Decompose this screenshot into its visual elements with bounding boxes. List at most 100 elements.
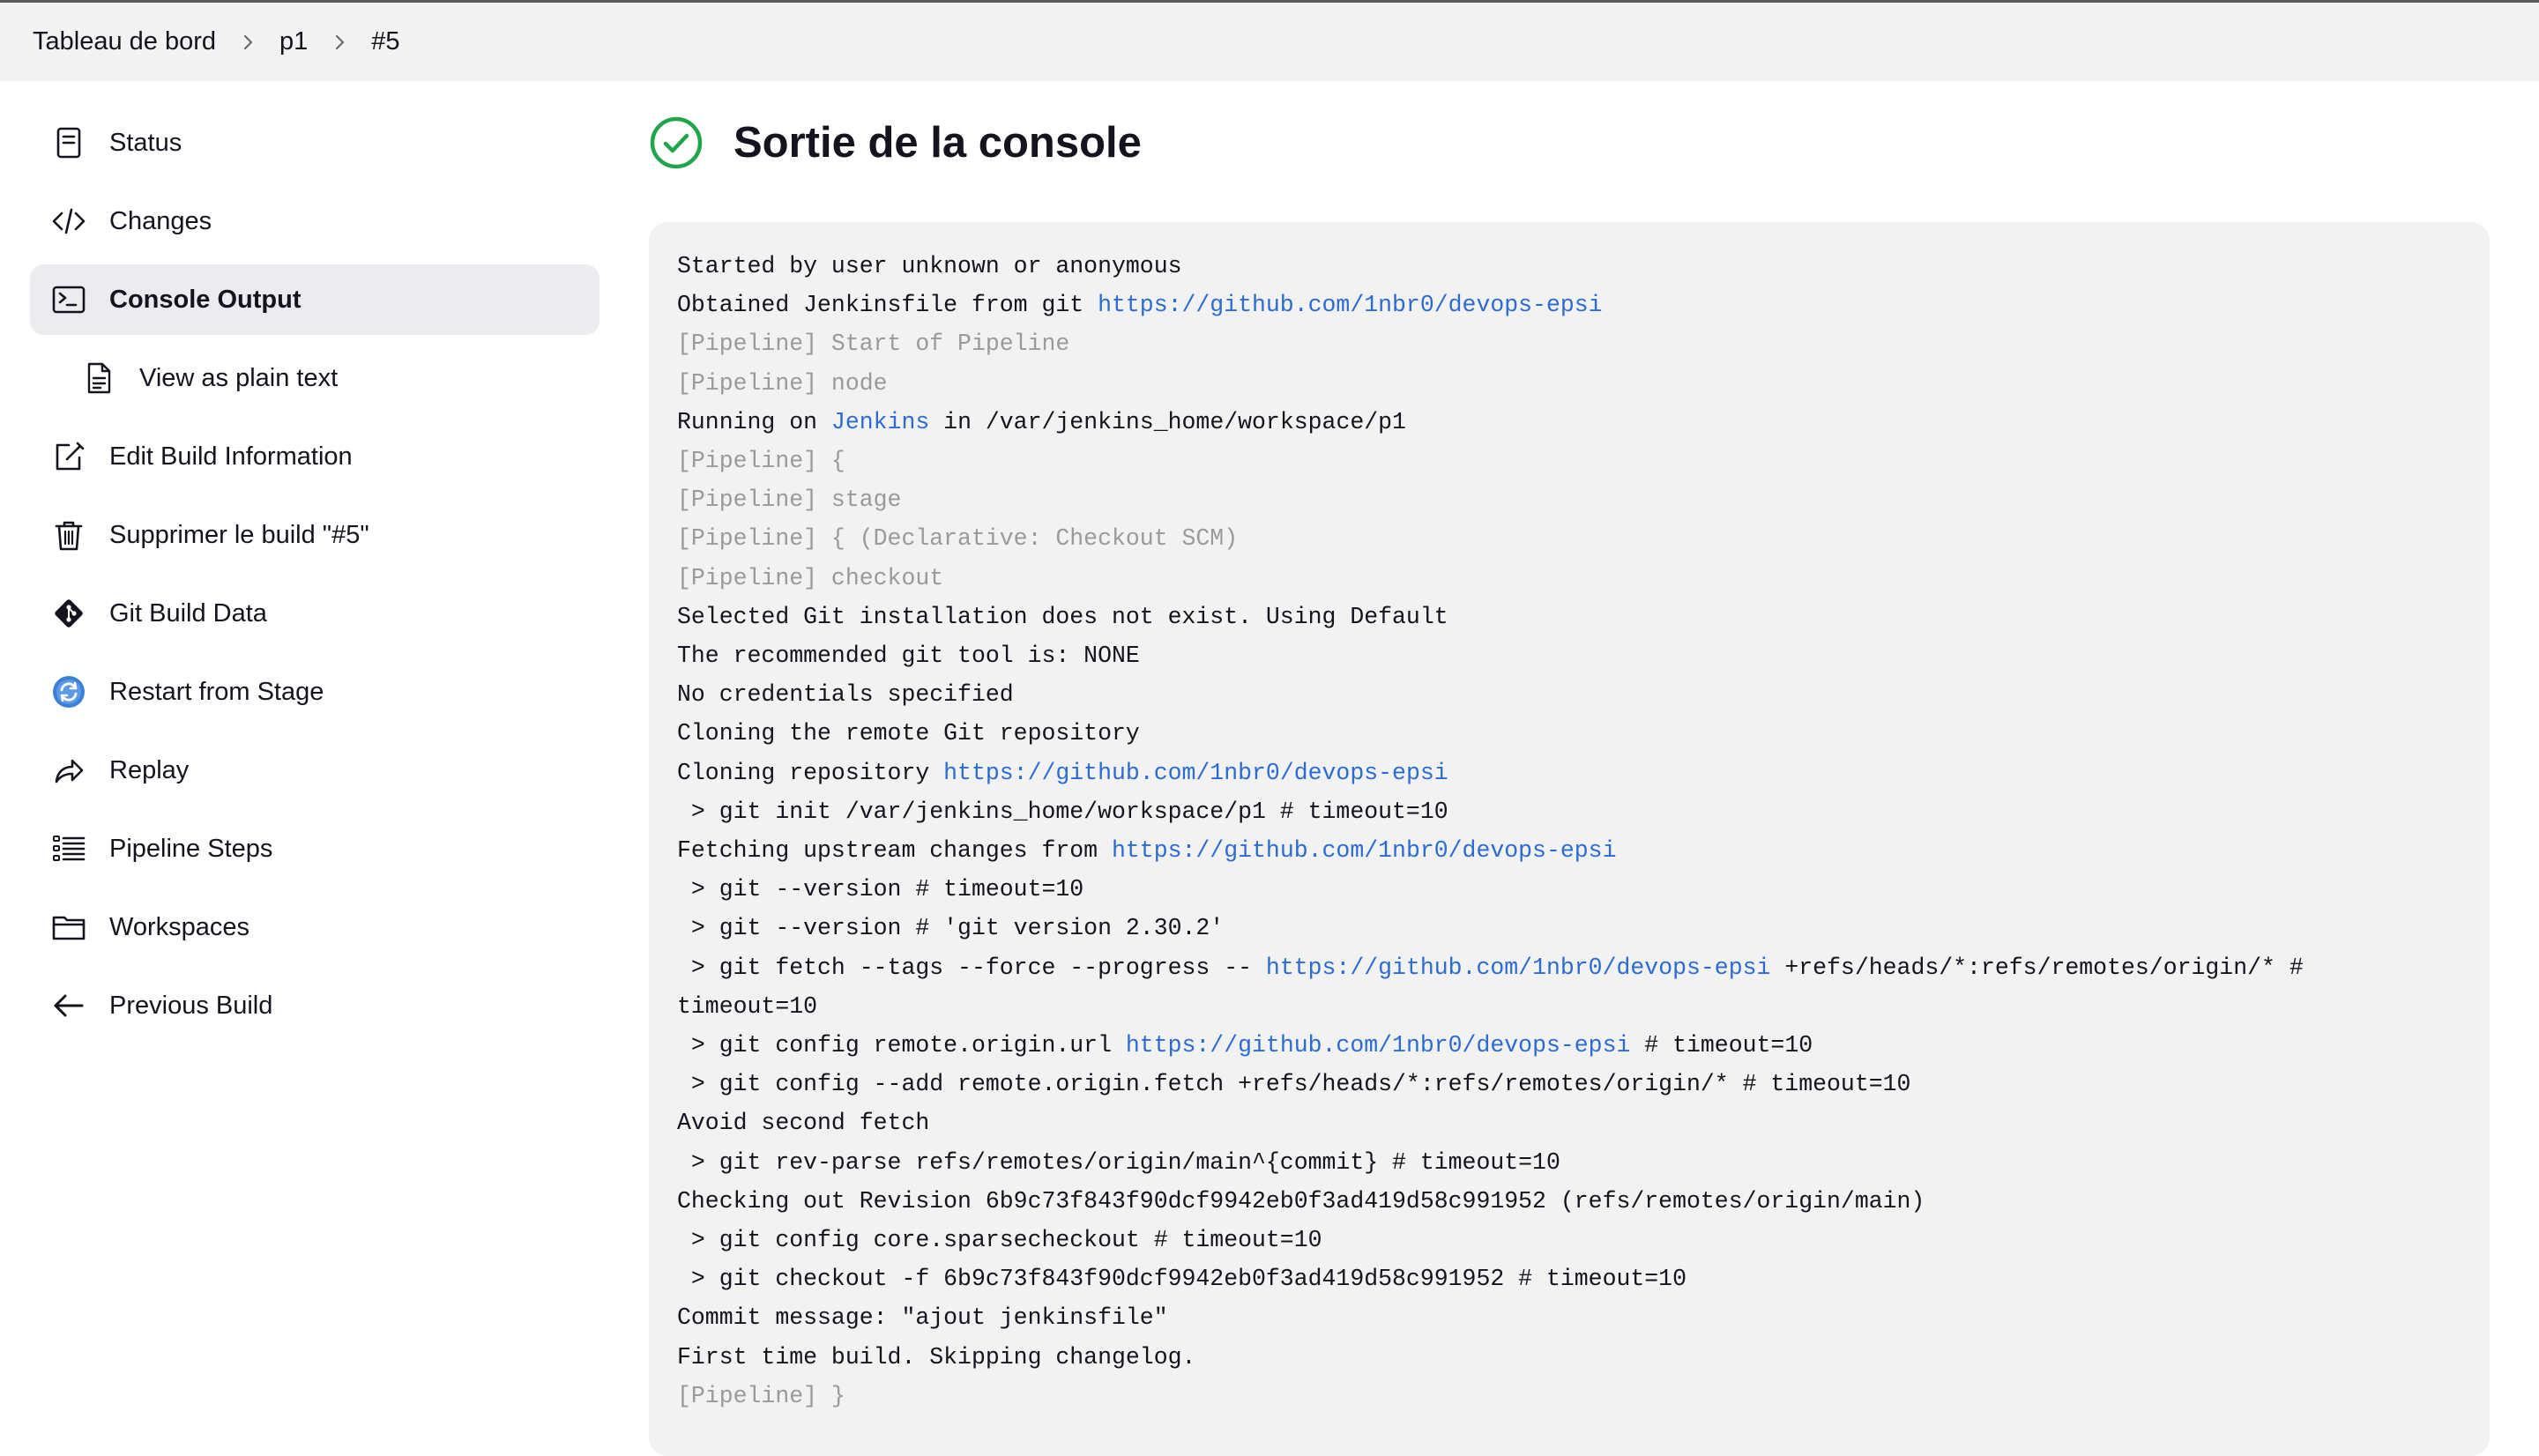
console-line-text: +refs/heads/*:refs/remotes/origin/* # — [1770, 954, 2304, 981]
arrow-left-icon — [49, 986, 88, 1025]
console-line: > git rev-parse refs/remotes/origin/main… — [677, 1143, 2461, 1182]
console-line: > git --version # timeout=10 — [677, 870, 2461, 909]
console-line: The recommended git tool is: NONE — [677, 636, 2461, 675]
console-line-text: Fetching upstream changes from — [677, 837, 1112, 865]
sidebar-item-label: Changes — [109, 206, 212, 235]
sidebar-item-label: Pipeline Steps — [109, 834, 273, 863]
console-line-text: Selected Git installation does not exist… — [677, 603, 1448, 630]
breadcrumb-build[interactable]: #5 — [371, 27, 399, 56]
title-row: Sortie de la console — [649, 108, 2491, 178]
main-content: Sortie de la console — [649, 108, 2491, 178]
console-line: Obtained Jenkinsfile from git https://gi… — [677, 286, 2461, 324]
console-line-text: [Pipeline] checkout — [677, 564, 944, 591]
console-link[interactable]: https://github.com/1nbr0/devops-epsi — [1112, 837, 1617, 864]
console-line: [Pipeline] node — [677, 364, 2461, 403]
sidebar-item-restart-from-stage[interactable]: Restart from Stage — [30, 657, 599, 727]
console-line: > git checkout -f 6b9c73f843f90dcf9942eb… — [677, 1259, 2461, 1298]
sidebar-item-label: Restart from Stage — [109, 677, 324, 706]
sidebar-item-console-output[interactable]: Console Output — [30, 264, 599, 335]
console-line: timeout=10 — [677, 987, 2461, 1026]
console-line-text: > git config remote.origin.url — [677, 1032, 1126, 1059]
breadcrumb-job[interactable]: p1 — [279, 27, 308, 56]
console-line: > git --version # 'git version 2.30.2' — [677, 909, 2461, 947]
console-line-text: Checking out Revision 6b9c73f843f90dcf99… — [677, 1187, 1925, 1215]
folder-icon — [49, 908, 88, 947]
console-line-text: Avoid second fetch — [677, 1110, 930, 1137]
sidebar-item-label: Workspaces — [109, 912, 250, 941]
sidebar-item-view-plain-text[interactable]: View as plain text — [30, 343, 599, 413]
sidebar-item-label: Supprimer le build "#5" — [109, 520, 369, 549]
console-line: [Pipeline] checkout — [677, 559, 2461, 598]
console-line-text: First time build. Skipping changelog. — [677, 1343, 1196, 1371]
replay-icon — [49, 751, 88, 790]
console-link[interactable]: Jenkins — [831, 409, 929, 435]
console-link[interactable]: https://github.com/1nbr0/devops-epsi — [1266, 955, 1771, 981]
console-line: [Pipeline] { (Declarative: Checkout SCM) — [677, 519, 2461, 558]
console-line: Cloning repository https://github.com/1n… — [677, 754, 2461, 792]
sidebar-item-changes[interactable]: Changes — [30, 186, 599, 256]
console-line: > git init /var/jenkins_home/workspace/p… — [677, 792, 2461, 831]
console-output: Started by user unknown or anonymous Obta… — [649, 222, 2490, 1456]
console-link[interactable]: https://github.com/1nbr0/devops-epsi — [1126, 1032, 1631, 1059]
chevron-right-icon — [331, 33, 348, 51]
console-link[interactable]: https://github.com/1nbr0/devops-epsi — [943, 760, 1448, 786]
console-line-text: Cloning repository — [677, 759, 944, 786]
console-line: [Pipeline] { — [677, 442, 2461, 480]
edit-icon — [49, 437, 88, 476]
console-line: > git config core.sparsecheckout # timeo… — [677, 1221, 2461, 1259]
console-line-text: Cloning the remote Git repository — [677, 720, 1140, 747]
console-line: Avoid second fetch — [677, 1103, 2461, 1142]
document-icon — [49, 123, 88, 162]
console-line-text: > git fetch --tags --force --progress -- — [677, 954, 1266, 981]
sidebar-item-replay[interactable]: Replay — [30, 735, 599, 806]
sidebar-item-label: Previous Build — [109, 991, 273, 1020]
sidebar-item-label: Status — [109, 128, 182, 157]
restart-icon — [49, 672, 88, 711]
console-line-text: [Pipeline] { (Declarative: Checkout SCM) — [677, 525, 1239, 553]
console-line: [Pipeline] stage — [677, 480, 2461, 519]
sidebar-item-status[interactable]: Status — [30, 108, 599, 178]
sidebar-item-edit-build-information[interactable]: Edit Build Information — [30, 421, 599, 492]
sidebar-item-previous-build[interactable]: Previous Build — [30, 970, 599, 1041]
page-title: Sortie de la console — [733, 119, 1142, 167]
console-line: [Pipeline] Start of Pipeline — [677, 324, 2461, 363]
console-line: Started by user unknown or anonymous — [677, 247, 2461, 286]
console-line-text: Commit message: "ajout jenkinsfile" — [677, 1304, 1168, 1332]
console-line-text: Obtained Jenkinsfile from git — [677, 292, 1098, 319]
console-line: Running on Jenkins in /var/jenkins_home/… — [677, 403, 2461, 442]
console-line: Commit message: "ajout jenkinsfile" — [677, 1298, 2461, 1337]
console-line: No credentials specified — [677, 675, 2461, 714]
console-line: > git config remote.origin.url https://g… — [677, 1026, 2461, 1065]
console-line: Selected Git installation does not exist… — [677, 598, 2461, 636]
console-line-text: [Pipeline] Start of Pipeline — [677, 331, 1070, 358]
breadcrumb: Tableau de bord p1 #5 — [0, 0, 2539, 81]
sidebar: Status Changes Console Output View as pl… — [30, 108, 599, 1049]
console-line: > git config --add remote.origin.fetch +… — [677, 1065, 2461, 1103]
chevron-right-icon — [239, 33, 257, 51]
console-line: [Pipeline] } — [677, 1377, 2461, 1415]
file-text-icon — [79, 359, 118, 397]
breadcrumb-dashboard[interactable]: Tableau de bord — [33, 27, 216, 56]
sidebar-item-pipeline-steps[interactable]: Pipeline Steps — [30, 813, 599, 884]
console-line-text: in /var/jenkins_home/workspace/p1 — [929, 408, 1406, 435]
console-line-text: Started by user unknown or anonymous — [677, 253, 1182, 279]
console-line-text: Running on — [677, 408, 831, 435]
console-line-text: timeout=10 — [677, 992, 818, 1020]
sidebar-item-git-build-data[interactable]: Git Build Data — [30, 578, 599, 649]
trash-icon — [49, 516, 88, 554]
console-line: > git fetch --tags --force --progress --… — [677, 948, 2461, 987]
terminal-icon — [49, 280, 88, 319]
sidebar-item-label: Replay — [109, 755, 190, 784]
console-line-text: [Pipeline] stage — [677, 487, 902, 514]
console-line-text: > git config --add remote.origin.fetch +… — [677, 1071, 1911, 1098]
console-line-text: # timeout=10 — [1630, 1032, 1813, 1059]
sidebar-item-label: Console Output — [109, 285, 302, 314]
list-icon — [49, 829, 88, 868]
sidebar-item-label: Edit Build Information — [109, 442, 353, 471]
success-check-icon — [649, 115, 704, 170]
console-line-text: > git --version # timeout=10 — [677, 876, 1084, 903]
console-link[interactable]: https://github.com/1nbr0/devops-epsi — [1098, 292, 1603, 318]
sidebar-item-workspaces[interactable]: Workspaces — [30, 892, 599, 962]
sidebar-item-delete-build[interactable]: Supprimer le build "#5" — [30, 500, 599, 570]
console-line-text: The recommended git tool is: NONE — [677, 643, 1140, 670]
